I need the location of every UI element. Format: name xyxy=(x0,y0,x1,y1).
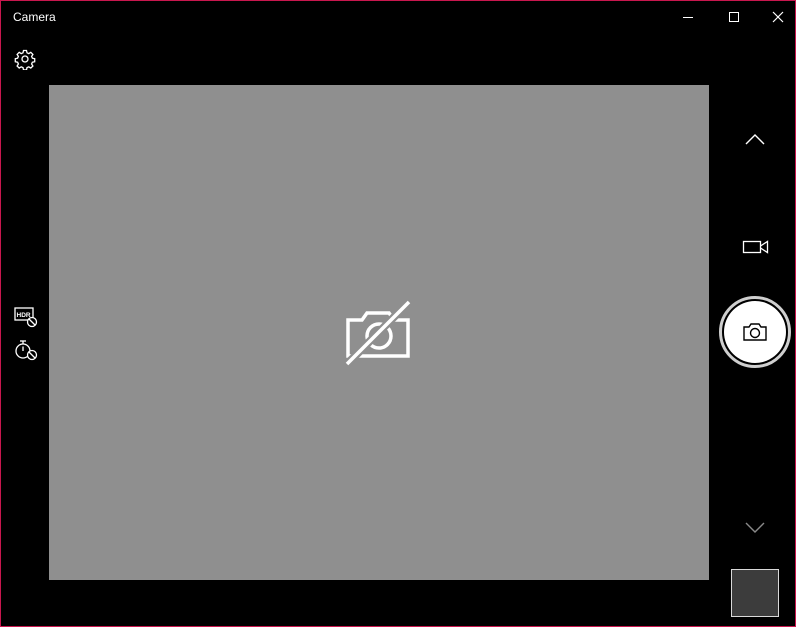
last-photo-thumbnail[interactable] xyxy=(731,569,779,617)
minimize-button[interactable] xyxy=(665,1,711,33)
scroll-up-button[interactable] xyxy=(743,128,767,152)
title-bar: Camera xyxy=(1,1,795,33)
maximize-button[interactable] xyxy=(711,1,757,33)
window-title: Camera xyxy=(13,10,56,24)
close-button[interactable] xyxy=(755,1,795,33)
chevron-up-icon xyxy=(745,134,765,145)
timer-toggle[interactable] xyxy=(14,339,38,361)
svg-text:HDR: HDR xyxy=(17,312,31,319)
camera-unavailable-icon xyxy=(345,300,412,367)
close-icon xyxy=(772,11,784,23)
maximize-icon xyxy=(729,12,739,22)
hdr-toggle[interactable]: HDR xyxy=(14,306,38,328)
camera-preview xyxy=(49,85,709,580)
settings-button[interactable] xyxy=(14,48,36,71)
camera-window: Camera HDR xyxy=(0,0,796,627)
video-camera-icon xyxy=(742,240,769,254)
chevron-down-icon xyxy=(745,522,765,533)
timer-off-icon xyxy=(15,340,38,361)
minimize-icon xyxy=(683,17,693,18)
camera-icon xyxy=(743,323,767,341)
shutter-face xyxy=(724,301,786,363)
video-mode-button[interactable] xyxy=(741,236,771,258)
scroll-down-button[interactable] xyxy=(743,515,767,539)
hdr-off-icon: HDR xyxy=(14,307,38,328)
take-photo-button[interactable] xyxy=(719,296,791,368)
gear-icon xyxy=(14,49,36,71)
